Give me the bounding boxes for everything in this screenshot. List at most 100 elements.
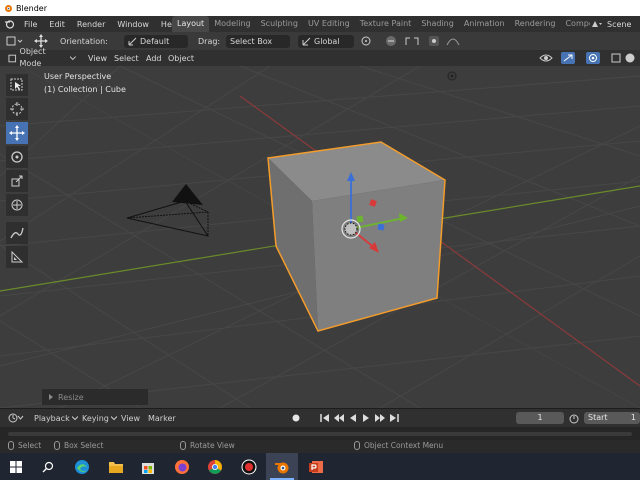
cursor-icon: [10, 102, 24, 116]
prev-keyframe-icon[interactable]: [333, 413, 345, 423]
mouse-drag-icon: [54, 441, 60, 450]
blender-menu-icon[interactable]: [0, 16, 18, 32]
transform-orientation-dropdown[interactable]: Global: [298, 34, 354, 48]
start-frame-field[interactable]: Start 1: [584, 412, 640, 424]
light-object[interactable]: [447, 71, 457, 81]
tab-sculpting[interactable]: Sculpting: [256, 16, 303, 32]
store-icon[interactable]: [132, 453, 164, 480]
proportional-edit-icon[interactable]: [428, 35, 440, 47]
drag-value: Select Box: [230, 36, 273, 46]
tab-modeling[interactable]: Modeling: [209, 16, 255, 32]
orientation-dropdown[interactable]: Default: [124, 34, 188, 48]
timeline-view-menu[interactable]: View: [121, 414, 140, 423]
keying-label: Keying: [82, 413, 109, 423]
status-select-label: Select: [18, 441, 42, 450]
overlays-icon[interactable]: [586, 52, 608, 64]
drag-label: Drag:: [198, 36, 221, 46]
measure-icon: [11, 250, 24, 263]
transform-orientation-value: Global: [314, 36, 340, 46]
scene-selector[interactable]: Scene: [590, 16, 640, 32]
play-reverse-icon[interactable]: [348, 413, 358, 423]
shading-solid-icon[interactable]: [624, 52, 636, 64]
tab-shading[interactable]: Shading: [416, 16, 459, 32]
blender-icon[interactable]: [266, 453, 298, 480]
scene-label: Scene: [607, 19, 632, 29]
windows-start-icon[interactable]: [0, 453, 32, 480]
tab-uv-editing[interactable]: UV Editing: [303, 16, 355, 32]
drag-dropdown[interactable]: Select Box: [226, 34, 290, 48]
tab-texture-paint[interactable]: Texture Paint: [355, 16, 417, 32]
powerpoint-icon[interactable]: [300, 453, 332, 480]
record-icon[interactable]: [233, 453, 265, 480]
snap-icon[interactable]: [384, 35, 398, 47]
chrome-icon[interactable]: [199, 453, 231, 480]
mouse-right-icon: [354, 441, 360, 450]
status-select: Select: [8, 441, 41, 450]
object-mode-icon: [8, 54, 17, 62]
tool-header: Orientation: Default Drag: Select Box Gl…: [0, 32, 640, 50]
firefox-icon[interactable]: [166, 453, 198, 480]
tool-measure[interactable]: [6, 246, 28, 268]
tab-rendering[interactable]: Rendering: [510, 16, 561, 32]
annotate-icon: [10, 227, 24, 239]
top-menubar: File Edit Render Window Help Layout Mode…: [0, 16, 640, 32]
timeline-marker-menu[interactable]: Marker: [148, 414, 176, 423]
menu-file[interactable]: File: [18, 20, 43, 29]
viewport-toolbar: [6, 74, 30, 270]
play-icon[interactable]: [361, 413, 371, 423]
tab-animation[interactable]: Animation: [459, 16, 510, 32]
mode-dropdown[interactable]: Object Mode: [4, 47, 80, 68]
start-frame-label: Start: [588, 413, 608, 422]
edge-icon[interactable]: [66, 453, 98, 480]
clock-icon: [8, 413, 24, 423]
start-frame-value: 1: [630, 413, 636, 422]
timeline-editor-type[interactable]: [8, 413, 24, 423]
viewport-menu-object[interactable]: Object: [162, 54, 200, 63]
stopwatch-icon[interactable]: [568, 412, 580, 424]
falloff-icon[interactable]: [446, 35, 460, 47]
record-dot-icon: [292, 414, 300, 422]
tool-scale[interactable]: [6, 170, 28, 192]
tool-annotate[interactable]: [6, 222, 28, 244]
scale-icon: [11, 175, 23, 187]
xray-icon[interactable]: [611, 52, 621, 64]
last-operator-panel[interactable]: Resize: [42, 389, 148, 405]
auto-keying-toggle[interactable]: [290, 412, 302, 424]
next-keyframe-icon[interactable]: [374, 413, 386, 423]
playback-label: Playback: [34, 413, 70, 423]
timeline-track[interactable]: [8, 432, 632, 436]
menu-render[interactable]: Render: [71, 20, 111, 29]
jump-end-icon[interactable]: [389, 413, 399, 423]
jump-start-icon[interactable]: [320, 413, 330, 423]
camera-object[interactable]: [126, 184, 210, 237]
menu-edit[interactable]: Edit: [43, 20, 71, 29]
status-context-menu: Object Context Menu: [354, 441, 443, 450]
pivot-point-icon[interactable]: [360, 35, 378, 47]
collection-label: (1) Collection | Cube: [44, 85, 126, 94]
scene-icon: [592, 21, 602, 27]
orientation-icon: [128, 37, 137, 45]
status-box-select-label: Box Select: [64, 441, 104, 450]
search-icon[interactable]: [32, 453, 64, 480]
view-perspective-label: User Perspective: [44, 72, 112, 81]
snap-target-icon[interactable]: [404, 35, 422, 47]
tab-layout[interactable]: Layout: [172, 16, 210, 32]
visibility-icon[interactable]: [538, 52, 558, 64]
viewport-scene[interactable]: [0, 66, 640, 408]
tool-cursor[interactable]: [6, 98, 28, 120]
menu-window[interactable]: Window: [111, 20, 155, 29]
chevron-down-icon: [110, 416, 117, 421]
timeline-scrubber[interactable]: [0, 427, 640, 440]
keying-menu[interactable]: Keying: [82, 414, 117, 423]
playback-menu[interactable]: Playback: [34, 414, 78, 423]
file-explorer-icon[interactable]: [100, 453, 132, 480]
3d-viewport[interactable]: User Perspective (1) Collection | Cube: [0, 66, 640, 408]
tool-select-box[interactable]: [6, 74, 28, 96]
tool-rotate[interactable]: [6, 146, 28, 168]
tool-transform[interactable]: [6, 194, 28, 216]
orientation-value: Default: [140, 36, 170, 46]
status-box-select: Box Select: [54, 441, 103, 450]
gizmo-toggle-icon[interactable]: [561, 52, 583, 64]
tool-move[interactable]: [6, 122, 28, 144]
current-frame-field[interactable]: 1: [516, 412, 564, 424]
